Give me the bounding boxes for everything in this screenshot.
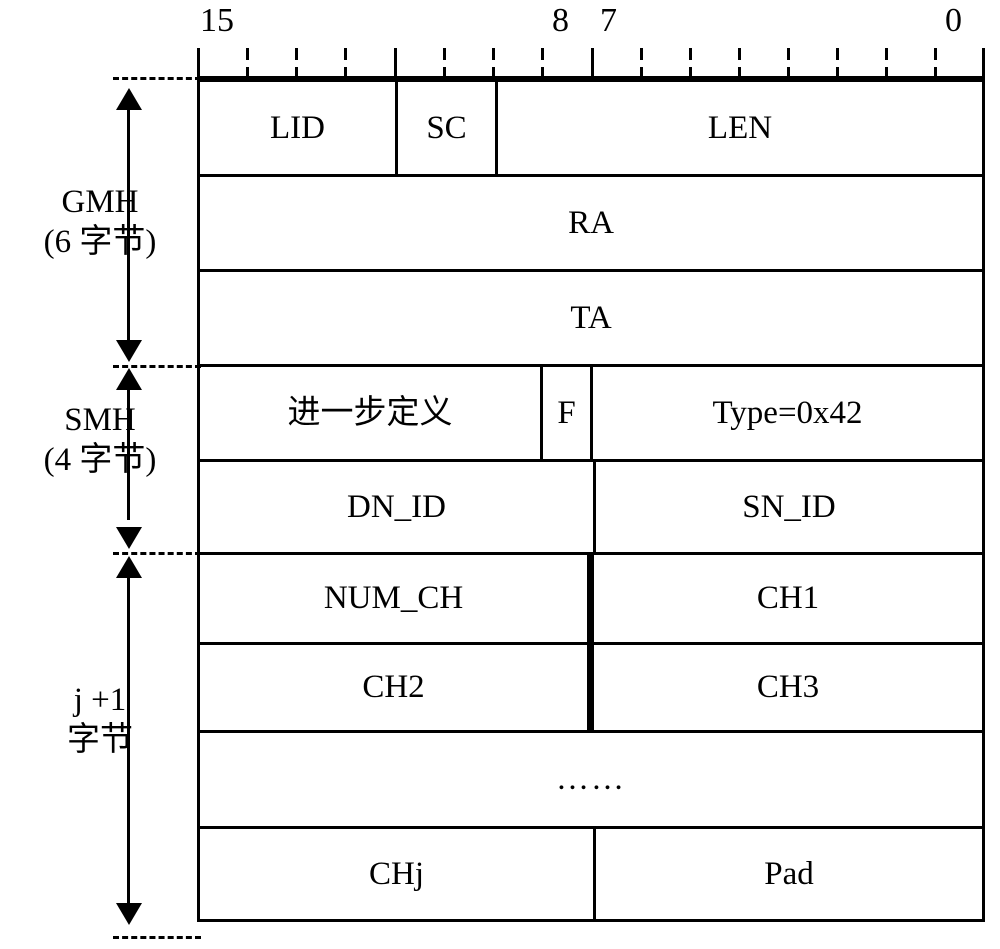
table-row: …… bbox=[200, 733, 982, 829]
ruler-tick-lower-13 bbox=[836, 67, 839, 77]
cell-ch2: CH2 bbox=[200, 645, 594, 730]
ruler-tick-minor-11 bbox=[738, 48, 741, 60]
cell-len: LEN bbox=[707, 109, 773, 146]
ruler-tick-lower-9 bbox=[640, 67, 643, 77]
cell-ra: RA bbox=[568, 204, 614, 241]
annotation-gmh-line2: (6 字节) bbox=[43, 224, 157, 260]
cell-ellipsis: …… bbox=[556, 761, 626, 797]
packet-field-table: LID SC LEN RA TA 进一步定义 F Type=0x42 DN_ID… bbox=[197, 79, 985, 922]
ruler-tick-lower-12 bbox=[787, 67, 790, 77]
cell-type: Type=0x42 bbox=[712, 394, 863, 431]
ruler-tick-lower-11 bbox=[738, 67, 741, 77]
table-row: RA bbox=[200, 177, 982, 272]
arrow-head-down-payload bbox=[116, 903, 142, 925]
cell-ch1: CH1 bbox=[756, 580, 820, 616]
ruler-tick-major-1 bbox=[394, 48, 397, 78]
table-row: 进一步定义 F Type=0x42 bbox=[200, 367, 982, 462]
annotation-payload-line1: j +1 bbox=[73, 682, 127, 718]
cell-pad: Pad bbox=[764, 855, 814, 892]
ruler-tick-minor-12 bbox=[787, 48, 790, 60]
annotation-gmh: GMH (6 字节) bbox=[0, 182, 200, 262]
cell-lid: LID bbox=[200, 82, 398, 174]
table-row: LID SC LEN bbox=[200, 82, 982, 177]
annotation-smh-line1: SMH bbox=[64, 402, 136, 438]
ruler-tick-lower-1 bbox=[246, 67, 249, 77]
annotation-payload-line2: 字节 bbox=[67, 722, 133, 758]
table-row: TA bbox=[200, 272, 982, 367]
ruler-tick-lower-14 bbox=[885, 67, 888, 77]
cell-chj: CHj bbox=[200, 829, 596, 919]
bit-label-lsb: 0 bbox=[945, 2, 962, 39]
annotation-payload: j +1 字节 bbox=[0, 680, 200, 760]
guide-dash-gmh-top bbox=[113, 77, 201, 80]
ruler-tick-lower-10 bbox=[689, 67, 692, 77]
bit-label-8: 8 bbox=[552, 2, 569, 39]
table-row: NUM_CH CH1 bbox=[200, 555, 982, 645]
cell-f: F bbox=[543, 367, 593, 459]
ruler-tick-minor-3 bbox=[344, 48, 347, 60]
ruler-tick-lower-2 bbox=[295, 67, 298, 77]
arrow-head-down-smh bbox=[116, 527, 142, 549]
guide-dash-smh-payload bbox=[113, 552, 201, 555]
annotation-smh: SMH (4 字节) bbox=[0, 400, 200, 480]
ruler-tick-minor-13 bbox=[836, 48, 839, 60]
ruler-tick-major-3 bbox=[982, 48, 985, 78]
ruler-tick-minor-7 bbox=[541, 48, 544, 60]
arrow-head-down-gmh bbox=[116, 340, 142, 362]
ruler-tick-minor-6 bbox=[492, 48, 495, 60]
packet-format-diagram: 15 8 7 0 LID SC LEN RA TA 进一步定义 F Type=0… bbox=[0, 0, 1000, 949]
ruler-tick-major-0 bbox=[197, 48, 200, 78]
cell-ch3: CH3 bbox=[756, 669, 820, 705]
ruler-tick-lower-6 bbox=[492, 67, 495, 77]
ruler-tick-lower-15 bbox=[934, 67, 937, 77]
ruler-tick-lower-5 bbox=[443, 67, 446, 77]
ruler-tick-lower-7 bbox=[541, 67, 544, 77]
table-row: CH2 CH3 bbox=[200, 645, 982, 733]
ruler-tick-minor-5 bbox=[443, 48, 446, 60]
ruler-tick-major-2 bbox=[591, 48, 594, 78]
ruler-tick-minor-15 bbox=[934, 48, 937, 60]
bit-label-msb: 15 bbox=[200, 2, 234, 39]
ruler-tick-minor-1 bbox=[246, 48, 249, 60]
guide-dash-payload-bottom bbox=[113, 936, 201, 939]
cell-num-ch: NUM_CH bbox=[200, 555, 594, 642]
table-row: DN_ID SN_ID bbox=[200, 462, 982, 555]
cell-dn-id: DN_ID bbox=[200, 462, 596, 552]
bit-label-7: 7 bbox=[600, 2, 617, 39]
ruler-tick-minor-14 bbox=[885, 48, 888, 60]
annotation-smh-line2: (4 字节) bbox=[43, 442, 157, 478]
ruler-tick-minor-9 bbox=[640, 48, 643, 60]
cell-ta: TA bbox=[570, 299, 612, 336]
annotation-gmh-line1: GMH bbox=[61, 184, 139, 220]
ruler-tick-minor-2 bbox=[295, 48, 298, 60]
ruler-tick-lower-3 bbox=[344, 67, 347, 77]
cell-sn-id: SN_ID bbox=[742, 488, 836, 525]
cell-sc: SC bbox=[398, 82, 498, 174]
table-row: CHj Pad bbox=[200, 829, 982, 922]
cell-further-definition: 进一步定义 bbox=[200, 367, 543, 459]
ruler-tick-minor-10 bbox=[689, 48, 692, 60]
